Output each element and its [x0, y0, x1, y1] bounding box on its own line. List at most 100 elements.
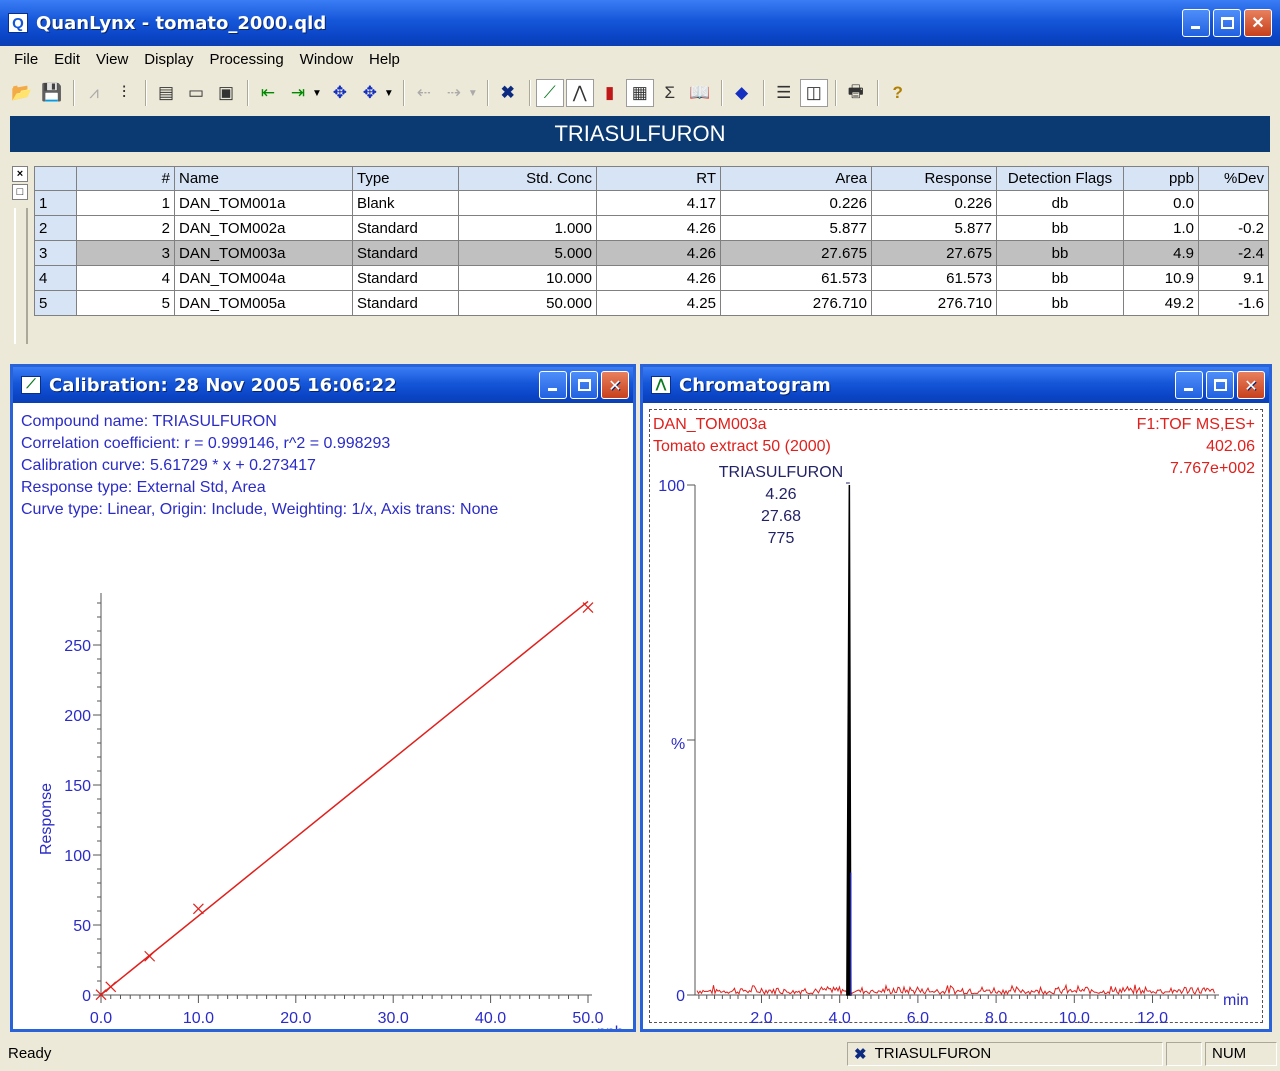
cell-type: Standard: [352, 290, 459, 316]
cell-ppb: 49.2: [1123, 290, 1199, 316]
dropdown-arrow-icon[interactable]: ▼: [468, 88, 478, 99]
cell-type: Standard: [352, 265, 459, 291]
close-button[interactable]: ✕: [1244, 9, 1272, 37]
cell-rt: 4.26: [596, 240, 721, 266]
minimize-button[interactable]: [1175, 371, 1203, 399]
app-icon: Q: [8, 13, 28, 33]
dropdown-arrow-icon[interactable]: ▼: [384, 88, 394, 99]
table-view-icon[interactable]: ▦: [625, 79, 654, 107]
y-tick-label: 100: [658, 478, 685, 495]
menu-display[interactable]: Display: [136, 51, 201, 68]
cell-type: Standard: [352, 240, 459, 266]
x-tick-label: 10.0: [1059, 1010, 1090, 1027]
column-header[interactable]: Response: [871, 166, 997, 191]
sample-description: Tomato extract 50 (2000): [653, 438, 831, 455]
table-row[interactable]: 1 1 DAN_TOM001a Blank 4.17 0.226 0.226 d…: [34, 190, 1269, 216]
cell-type: Blank: [352, 190, 459, 216]
column-header[interactable]: Std. Conc: [458, 166, 597, 191]
table-row[interactable]: 4 4 DAN_TOM004a Standard 10.000 4.26 61.…: [34, 265, 1269, 291]
chromatogram-icon: ⋀: [651, 376, 671, 394]
minimize-icon: [1191, 26, 1200, 29]
row-header[interactable]: 3: [34, 240, 77, 266]
column-header[interactable]: %Dev: [1198, 166, 1269, 191]
sample-report-icon[interactable]: ▭: [182, 79, 210, 107]
toolbar: 📂 💾 ⩘ ⫶ ▤ ▭ ▣ ⇤ ⇥ ▼ ✥ ✥ ▼ ⇠ ⇢ ▼ ✖ ⟋ ⋀ ▮ …: [0, 74, 1280, 112]
column-header[interactable]: Name: [174, 166, 353, 191]
save-icon[interactable]: 💾: [38, 79, 66, 107]
toolbar-separator: [73, 80, 75, 106]
menu-help[interactable]: Help: [361, 51, 408, 68]
row-header[interactable]: 1: [34, 190, 77, 216]
calibration-point: [192, 903, 204, 915]
cell-std-conc: 1.000: [458, 215, 597, 241]
restore-pane-icon[interactable]: □: [12, 184, 28, 200]
maximize-button[interactable]: [1213, 9, 1241, 37]
y-tick-label: 0: [676, 988, 685, 1005]
table-row-selected[interactable]: 3 3 DAN_TOM003a Standard 5.000 4.26 27.6…: [34, 240, 1269, 266]
column-header[interactable]: #: [76, 166, 175, 191]
previous-compound-icon[interactable]: ✥: [326, 79, 354, 107]
split-vertical-icon[interactable]: ◫: [799, 79, 828, 107]
summary-icon[interactable]: Σ: [656, 79, 684, 107]
chromatogram-body: DAN_TOM003a Tomato extract 50 (2000) F1:…: [643, 403, 1269, 1029]
integrate-icon[interactable]: ⩘: [80, 79, 108, 107]
menu-processing[interactable]: Processing: [201, 51, 291, 68]
library-icon[interactable]: ◆: [728, 79, 756, 107]
maximize-button[interactable]: [1206, 371, 1234, 399]
calibration-view-icon[interactable]: ⟋: [535, 79, 564, 107]
next-sample-icon[interactable]: ⇥: [284, 79, 312, 107]
menu-edit[interactable]: Edit: [46, 51, 88, 68]
bar-chart-icon[interactable]: ▮: [596, 79, 624, 107]
pane-grip[interactable]: [14, 208, 28, 344]
next-compound-icon[interactable]: ✥: [356, 79, 384, 107]
table-side-strip: × □: [10, 164, 32, 344]
close-button[interactable]: ✕: [601, 371, 629, 399]
column-header[interactable]: Type: [352, 166, 459, 191]
cell-response: 276.710: [871, 290, 997, 316]
compound-report-icon[interactable]: ▣: [212, 79, 240, 107]
column-header[interactable]: ppb: [1123, 166, 1199, 191]
column-header[interactable]: Area: [720, 166, 872, 191]
split-horizontal-icon[interactable]: ☰: [770, 79, 798, 107]
close-button[interactable]: ✕: [1237, 371, 1265, 399]
cell-std-conc: 50.000: [458, 290, 597, 316]
calibration-titlebar: ⟋ Calibration: 28 Nov 2005 16:06:22 ✕: [13, 367, 633, 403]
row-header[interactable]: 2: [34, 215, 77, 241]
help-icon[interactable]: ?: [884, 79, 912, 107]
minimize-button[interactable]: [1182, 9, 1210, 37]
previous-sample-icon[interactable]: ⇤: [254, 79, 282, 107]
table-row[interactable]: 5 5 DAN_TOM005a Standard 50.000 4.25 276…: [34, 290, 1269, 316]
close-pane-icon[interactable]: ×: [12, 166, 28, 182]
column-header[interactable]: Detection Flags: [996, 166, 1124, 191]
app-titlebar: Q QuanLynx - tomato_2000.qld ✕: [0, 0, 1280, 46]
compound-list-icon[interactable]: ✖: [494, 79, 522, 107]
column-header[interactable]: RT: [596, 166, 721, 191]
cell-num: 2: [76, 215, 175, 241]
report-icon[interactable]: ▤: [152, 79, 180, 107]
maximize-button[interactable]: [570, 371, 598, 399]
cell-rt: 4.26: [596, 265, 721, 291]
menu-window[interactable]: Window: [292, 51, 361, 68]
print-icon[interactable]: 🖶: [842, 79, 870, 107]
cell-dev: [1198, 190, 1269, 216]
cell-response: 61.573: [871, 265, 997, 291]
menu-view[interactable]: View: [88, 51, 136, 68]
window-title: QuanLynx - tomato_2000.qld: [36, 12, 327, 34]
sample-name: DAN_TOM003a: [653, 416, 767, 433]
calibrate-icon[interactable]: ⫶: [110, 79, 138, 107]
table-row[interactable]: 2 2 DAN_TOM002a Standard 1.000 4.26 5.87…: [34, 215, 1269, 241]
minimize-button[interactable]: [539, 371, 567, 399]
open-folder-icon[interactable]: 📂: [8, 79, 36, 107]
y-axis-label: Response: [38, 783, 55, 855]
chromatogram-view-icon[interactable]: ⋀: [565, 79, 594, 107]
dropdown-arrow-icon[interactable]: ▼: [312, 88, 322, 99]
book-icon[interactable]: 📖: [686, 79, 714, 107]
next-group-icon[interactable]: ⇢: [440, 79, 468, 107]
menu-file[interactable]: File: [6, 51, 46, 68]
row-header[interactable]: 4: [34, 265, 77, 291]
cell-flags: db: [996, 190, 1124, 216]
row-header[interactable]: 5: [34, 290, 77, 316]
previous-group-icon[interactable]: ⇠: [410, 79, 438, 107]
mass-label: 402.06: [1206, 438, 1255, 455]
chromatogram-trace: [696, 983, 1215, 996]
